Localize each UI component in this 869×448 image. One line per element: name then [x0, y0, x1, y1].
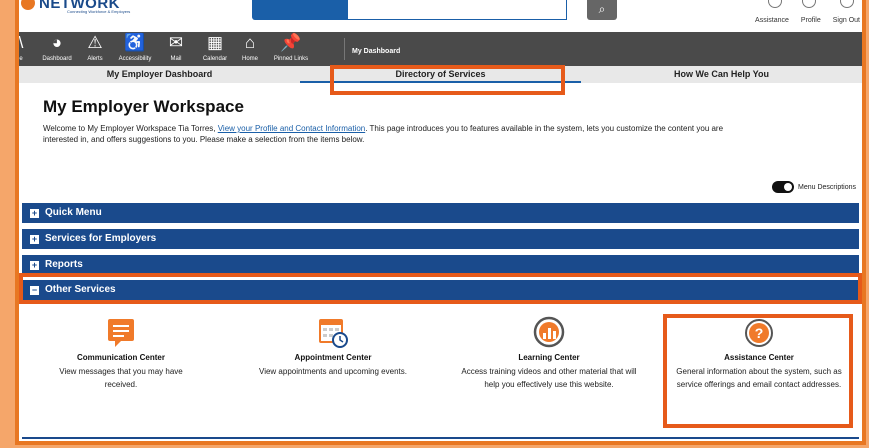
- card-description: View messages that you may have received…: [59, 367, 183, 389]
- top-header: NETWORK Connecting Workforce & Employers…: [19, 0, 862, 32]
- expand-icon: +: [30, 208, 39, 218]
- tab-how-we-can-help[interactable]: How We Can Help You: [581, 66, 862, 83]
- profile-link[interactable]: Profile: [801, 17, 821, 24]
- page-title: My Employer Workspace: [43, 97, 244, 116]
- top-links: Assistance Profile Sign Out: [755, 17, 860, 24]
- card-learning-center[interactable]: Learning Center Access training videos a…: [449, 310, 649, 391]
- nav-item-accessibility[interactable]: ♿ Accessibility: [114, 33, 156, 63]
- search-icon: ⌕: [598, 2, 606, 16]
- home-icon: ⌂: [244, 33, 256, 52]
- sign-out-link[interactable]: Sign Out: [833, 17, 860, 24]
- learning-chart-icon: [533, 316, 565, 348]
- card-appointment-center[interactable]: Appointment Center View appointments and…: [233, 310, 433, 378]
- calendar-clock-icon: [319, 319, 348, 348]
- logo-tagline: Connecting Workforce & Employers: [67, 9, 131, 14]
- card-title: Appointment Center: [294, 353, 372, 362]
- card-title: Communication Center: [76, 353, 165, 362]
- arrow-icon: \: [18, 33, 24, 52]
- pin-icon: 📌: [280, 33, 302, 52]
- app-frame: NETWORK Connecting Workforce & Employers…: [15, 0, 866, 445]
- logo-badge-icon: [21, 0, 35, 10]
- expand-icon: +: [30, 260, 39, 270]
- calendar-icon: ▦: [206, 33, 224, 52]
- sign-out-icon: [840, 0, 854, 8]
- profile-icon: [802, 0, 816, 8]
- highlight-box-section: [19, 273, 862, 304]
- panel-bottom-border: [22, 437, 859, 439]
- mail-icon: ✉: [168, 33, 184, 52]
- card-communication-center[interactable]: Communication Center View messages that …: [21, 310, 221, 391]
- section-quick-menu[interactable]: + Quick Menu: [22, 203, 859, 223]
- nav-item-alerts[interactable]: ⚠ Alerts: [83, 33, 107, 63]
- search-button[interactable]: ⌕: [587, 0, 617, 20]
- alert-icon: ⚠: [87, 33, 103, 52]
- accessibility-icon: ♿: [124, 33, 146, 52]
- dashboard-icon: ◕: [51, 33, 63, 52]
- card-title: Learning Center: [518, 353, 580, 362]
- nav-item-mail[interactable]: ✉ Mail: [165, 33, 187, 63]
- search-input[interactable]: [347, 0, 567, 20]
- nav-divider: [344, 38, 345, 60]
- card-description: Access training videos and other materia…: [461, 367, 637, 389]
- nav-item-pinned-links[interactable]: 📌 Pinned Links: [271, 33, 311, 63]
- section-services-for-employers[interactable]: + Services for Employers: [22, 229, 859, 249]
- highlight-box-card: [663, 314, 853, 428]
- search-scope-dropdown[interactable]: [252, 0, 347, 20]
- menu-descriptions-toggle[interactable]: [772, 181, 795, 193]
- assistance-icon: [768, 0, 782, 8]
- dashboard-heading: My Dashboard: [352, 48, 401, 55]
- assistance-link[interactable]: Assistance: [755, 17, 789, 24]
- intro-text: Welcome to My Employer Workspace Tia Tor…: [43, 124, 724, 144]
- menu-descriptions-toggle-row: Menu Descriptions: [772, 181, 856, 193]
- nav-item-calendar[interactable]: ▦ Calendar: [199, 33, 231, 63]
- section-reports[interactable]: + Reports: [22, 255, 859, 275]
- nav-item-dashboard[interactable]: ◕ Dashboard: [39, 33, 75, 63]
- nav-item-home[interactable]: ⌂ Home: [237, 33, 263, 63]
- card-description: View appointments and upcoming events.: [259, 367, 407, 376]
- chat-icon: [108, 319, 134, 347]
- toggle-label: Menu Descriptions: [798, 183, 856, 191]
- expand-icon: +: [30, 234, 39, 244]
- main-nav: \ e ◕ Dashboard ⚠ Alerts ♿ Accessibility…: [19, 32, 862, 66]
- highlight-box-tab: [330, 65, 565, 95]
- tab-employer-dashboard[interactable]: My Employer Dashboard: [19, 66, 300, 83]
- profile-info-link[interactable]: View your Profile and Contact Informatio…: [218, 124, 365, 133]
- nav-item-truncated[interactable]: \ e: [18, 33, 25, 63]
